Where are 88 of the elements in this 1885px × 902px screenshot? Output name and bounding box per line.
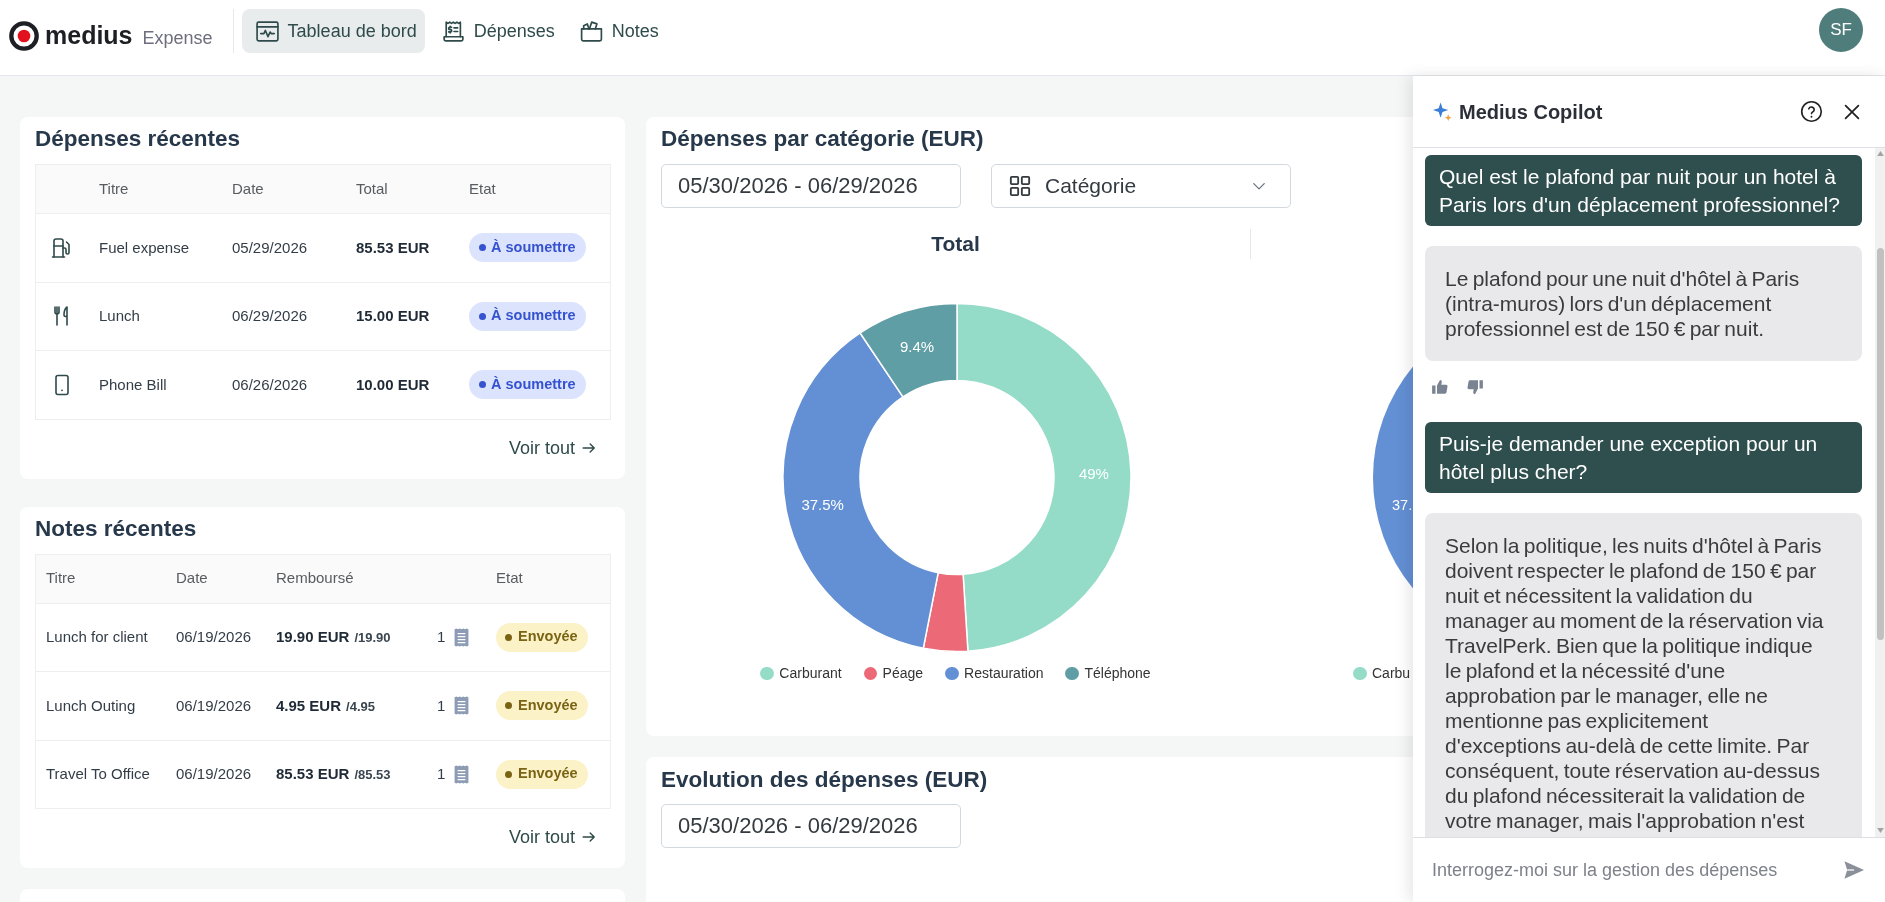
column-header: Remboursé — [276, 568, 354, 589]
folder-icon — [578, 18, 604, 44]
nav-tab[interactable]: Dépenses — [427, 9, 563, 53]
legend-label: Péage — [882, 664, 924, 683]
card-title: Dépenses récentes — [35, 126, 241, 152]
nav-tab[interactable]: Tableau de bord — [241, 9, 425, 53]
table-cell-text: 06/29/2026 — [232, 306, 308, 326]
slice-label: 37.5% — [801, 495, 844, 513]
product-name: Expense — [142, 27, 213, 50]
table-cell-text: Lunch Outing — [46, 695, 136, 716]
table-cell-text: Lunch — [99, 306, 140, 326]
thumbs-up-icon[interactable] — [1431, 378, 1449, 397]
legend-label: Carbu — [1372, 664, 1411, 683]
table-cell-text: 15.00 EUR — [356, 306, 430, 326]
scroll-up-icon[interactable] — [1876, 151, 1884, 156]
date-range-field[interactable]: 05/30/2026 - 06/29/2026 — [661, 163, 961, 208]
slice-label: 9.4% — [900, 337, 935, 355]
card-title: Notes récentes — [35, 515, 197, 542]
table-cell-text: Lunch for client — [46, 627, 148, 647]
column-header: Titre — [46, 568, 76, 589]
send-icon[interactable] — [1843, 860, 1865, 880]
column-header: Date — [232, 178, 264, 199]
receipt-count: 1 — [437, 627, 446, 647]
status-label: Envoyée — [518, 695, 578, 715]
card-title: Evolution des dépenses (EUR) — [661, 766, 988, 793]
sparkle-icon — [1432, 101, 1453, 122]
column-header: Date — [176, 568, 208, 589]
table-cell-text: Phone Bill — [99, 374, 167, 395]
scrollbar-thumb[interactable] — [1876, 248, 1884, 640]
help-icon[interactable] — [1800, 100, 1823, 123]
amount: 85.53 EUR — [276, 764, 350, 784]
view-all-link[interactable]: Voir tout — [508, 436, 596, 459]
view-all-link[interactable]: Voir tout — [508, 826, 596, 848]
slice-label: 37. — [1392, 496, 1413, 513]
user-avatar[interactable]: SF — [1819, 8, 1863, 52]
legend-label: Restauration — [964, 664, 1044, 683]
legend-label: Carburant — [779, 664, 842, 683]
grid-icon — [1009, 174, 1031, 197]
column-header: Etat — [496, 568, 523, 589]
chart-title: Total — [931, 230, 980, 257]
assistant-message: Le plafond pour une nuit d'hôtel à Paris (intra-muros) lors d'un déplacement professionnel est de 150 € par nuit. — [1425, 246, 1862, 362]
amount: 4.95 EUR — [276, 695, 342, 716]
status-label: À soumettre — [491, 374, 576, 394]
dashboard-icon — [254, 18, 280, 44]
table-cell-text: Travel To Office — [46, 764, 150, 784]
table-cell-text: 05/29/2026 — [232, 237, 308, 258]
column-header: Titre — [99, 178, 129, 199]
table-cell-text: 06/26/2026 — [232, 374, 308, 395]
date-range-field[interactable]: 05/30/2026 - 06/29/2026 — [661, 803, 961, 848]
panel-title: Medius Copilot — [1459, 99, 1603, 125]
chat-input[interactable]: Interrogez-moi sur la gestion des dépenses — [1432, 855, 1833, 885]
user-message: Quel est le plafond par nuit pour un hotel à Paris lors d'un déplacement professionnel? — [1425, 155, 1862, 227]
status-label: Envoyée — [518, 627, 578, 647]
arrow-right-icon — [582, 830, 596, 844]
amount-total: /19.90 — [354, 629, 391, 647]
slice-label: 49% — [1078, 464, 1109, 482]
amount-total: /4.95 — [346, 697, 375, 716]
receipt-count: 1 — [437, 695, 446, 716]
card-title: Dépenses par catégorie (EUR) — [661, 126, 984, 152]
arrow-right-icon — [582, 440, 596, 455]
logo-wordmark: medius — [45, 20, 133, 50]
category-select[interactable]: Catégorie — [991, 163, 1291, 208]
thumbs-down-icon[interactable] — [1466, 378, 1484, 397]
status-label: Envoyée — [518, 764, 578, 784]
column-header: Etat — [469, 178, 496, 199]
receipt-icon — [440, 18, 466, 44]
amount: 19.90 EUR — [276, 627, 350, 647]
receipt-icon — [453, 696, 471, 716]
table-cell-text: 06/19/2026 — [176, 764, 252, 784]
user-message: Puis-je demander une exception pour un hôtel plus cher? — [1425, 422, 1862, 494]
column-header: Total — [356, 178, 388, 199]
close-icon[interactable] — [1844, 103, 1860, 120]
logo-icon — [9, 21, 39, 51]
nav-tab[interactable]: Notes — [565, 9, 667, 53]
receipt-count: 1 — [437, 764, 446, 784]
legend-label: Téléphone — [1084, 664, 1151, 683]
scroll-down-icon[interactable] — [1876, 828, 1884, 833]
table-cell-text: Fuel expense — [99, 237, 190, 258]
status-label: À soumettre — [491, 306, 576, 326]
amount-total: /85.53 — [354, 766, 391, 784]
receipt-icon — [453, 764, 471, 784]
table-cell-text: 85.53 EUR — [356, 237, 430, 258]
table-cell-text: 06/19/2026 — [176, 627, 252, 647]
status-label: À soumettre — [491, 237, 576, 257]
assistant-message: Selon la politique, les nuits d'hôtel à Paris doivent respecter le plafond de 150 € par nuit et nécessitent la validation du manager au moment de la réservation via TravelPerk. Bien que la politique indique le plafond et la nécessité d'une approbation par le manager, elle ne mentionne pas explicitement d'exceptions au-delà de cette limite. Par conséquent, toute réservation au-dessus du plafond nécessiterait la validation de votre manager, mais l'approbation n'est — [1425, 513, 1862, 837]
receipt-icon — [453, 627, 471, 647]
table-cell-text: 10.00 EUR — [356, 374, 430, 395]
table-cell-text: 06/19/2026 — [176, 695, 252, 716]
